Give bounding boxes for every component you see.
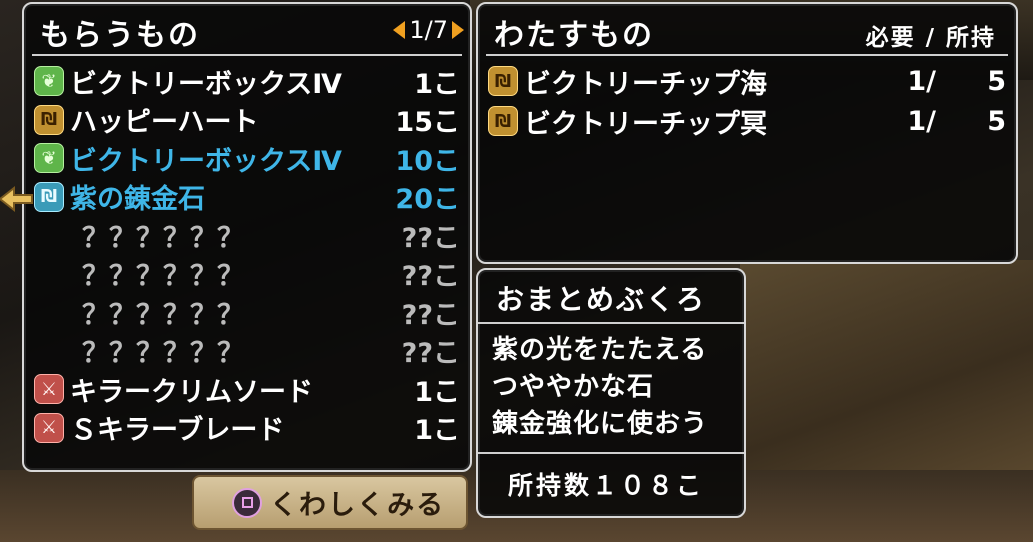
item-need: 1/ bbox=[907, 105, 936, 137]
receive-title: もらうもの bbox=[40, 18, 200, 53]
background-arch bbox=[740, 260, 1033, 542]
item-quantity: 1こ bbox=[414, 68, 460, 100]
gold-bag-icon: ₪ bbox=[488, 66, 518, 96]
sword-icon: ⚔ bbox=[34, 412, 64, 443]
detail-description: 紫の光をたたえる つややかな石 錬金強化に使おう bbox=[492, 332, 708, 443]
item-name: ビクトリーチップ冥 bbox=[524, 108, 767, 140]
give-divider bbox=[486, 54, 1008, 56]
item-quantity: ??こ bbox=[401, 222, 460, 254]
details-button-label: くわしくみる bbox=[270, 490, 446, 521]
item-name: 紫の錬金石 bbox=[70, 184, 205, 215]
item-name: ？？？？？？ bbox=[82, 299, 244, 331]
detail-window: おまとめぶくろ 紫の光をたたえる つややかな石 錬金強化に使おう 所持数１０８こ bbox=[476, 268, 746, 518]
receive-item-row[interactable]: ⚔ Ｓキラーブレード 1こ bbox=[34, 409, 460, 447]
give-item-row: ₪ ビクトリーチップ海 1/5 bbox=[488, 62, 1006, 100]
receive-item-row[interactable]: ₪ 紫の錬金石 20こ bbox=[34, 178, 460, 216]
detail-divider-top bbox=[478, 322, 744, 324]
page-number: 1/7 bbox=[409, 16, 448, 44]
receive-divider bbox=[32, 54, 462, 56]
item-have: 5 bbox=[987, 65, 1006, 97]
detail-title: おまとめぶくろ bbox=[496, 283, 707, 316]
item-name: ？？？？？？ bbox=[82, 338, 244, 369]
item-name: ？？？？？？ bbox=[82, 222, 244, 254]
item-quantity: ??こ bbox=[401, 261, 460, 292]
item-quantity: ??こ bbox=[401, 299, 460, 331]
receive-item-row[interactable]: ₪ ハッピーハート 15こ bbox=[34, 101, 460, 139]
sword-icon: ⚔ bbox=[34, 374, 64, 404]
item-name: ビクトリーボックスⅣ bbox=[70, 145, 342, 177]
receive-window: もらうもの 1/7 ❦ ビクトリーボックスⅣ 1こ ₪ ハッピーハート 15こ ❦ ビクトリー… bbox=[22, 2, 472, 472]
receive-item-row[interactable]: ⚔ キラークリムソード 1こ bbox=[34, 370, 460, 408]
item-name: ？？？？？？ bbox=[82, 261, 244, 292]
page-next-icon[interactable] bbox=[452, 21, 464, 39]
gold-bag-icon: ₪ bbox=[34, 104, 64, 135]
receive-item-row[interactable]: ？？？？？？ ??こ bbox=[34, 332, 460, 370]
item-quantity: 20こ bbox=[395, 184, 460, 215]
item-name: Ｓキラーブレード bbox=[70, 415, 285, 446]
receive-item-row[interactable]: ？？？？？？ ??こ bbox=[34, 216, 460, 254]
item-name: ハッピーハート bbox=[70, 107, 259, 138]
receive-item-row[interactable]: ❦ ビクトリーボックスⅣ 10こ bbox=[34, 139, 460, 177]
leaf-bag-icon: ❦ bbox=[34, 143, 64, 173]
receive-item-row[interactable]: ？？？？？？ ??こ bbox=[34, 293, 460, 331]
receive-item-row[interactable]: ？？？？？？ ??こ bbox=[34, 255, 460, 293]
details-button[interactable]: くわしくみる bbox=[192, 475, 468, 530]
detail-line-2: つややかな石 bbox=[492, 372, 655, 402]
item-quantity: 1こ bbox=[414, 376, 460, 408]
give-header: 必要 / 所持 bbox=[865, 25, 996, 51]
cursor-hand-icon bbox=[0, 185, 33, 213]
page-prev-icon[interactable] bbox=[393, 21, 406, 39]
gold-bag-icon: ₪ bbox=[488, 106, 518, 136]
item-name: ビクトリーボックスⅣ bbox=[70, 68, 342, 100]
detail-owned: 所持数１０８こ bbox=[508, 471, 705, 500]
page-indicator[interactable]: 1/7 bbox=[393, 16, 464, 44]
alchemy-stone-icon: ₪ bbox=[34, 181, 64, 212]
item-name: キラークリムソード bbox=[70, 376, 313, 408]
detail-line-3: 錬金強化に使おう bbox=[492, 409, 709, 439]
item-quantity: 10こ bbox=[395, 145, 460, 177]
item-quantity: ??こ bbox=[401, 338, 460, 369]
give-item-row: ₪ ビクトリーチップ冥 1/5 bbox=[488, 102, 1006, 140]
item-quantity: 15こ bbox=[395, 107, 460, 138]
item-name: ビクトリーチップ海 bbox=[524, 68, 767, 100]
detail-divider-bottom bbox=[478, 452, 744, 454]
leaf-bag-icon: ❦ bbox=[34, 66, 64, 96]
receive-item-row[interactable]: ❦ ビクトリーボックスⅣ 1こ bbox=[34, 62, 460, 100]
give-window: わたすもの 必要 / 所持 ₪ ビクトリーチップ海 1/5 ₪ ビクトリーチップ冥 1/5 bbox=[476, 2, 1018, 264]
item-have: 5 bbox=[987, 105, 1006, 137]
detail-line-1: 紫の光をたたえる bbox=[492, 335, 708, 365]
square-button-icon bbox=[232, 487, 262, 518]
item-quantity: 1こ bbox=[414, 415, 460, 446]
item-need: 1/ bbox=[907, 65, 936, 97]
give-title: わたすもの bbox=[494, 18, 654, 53]
